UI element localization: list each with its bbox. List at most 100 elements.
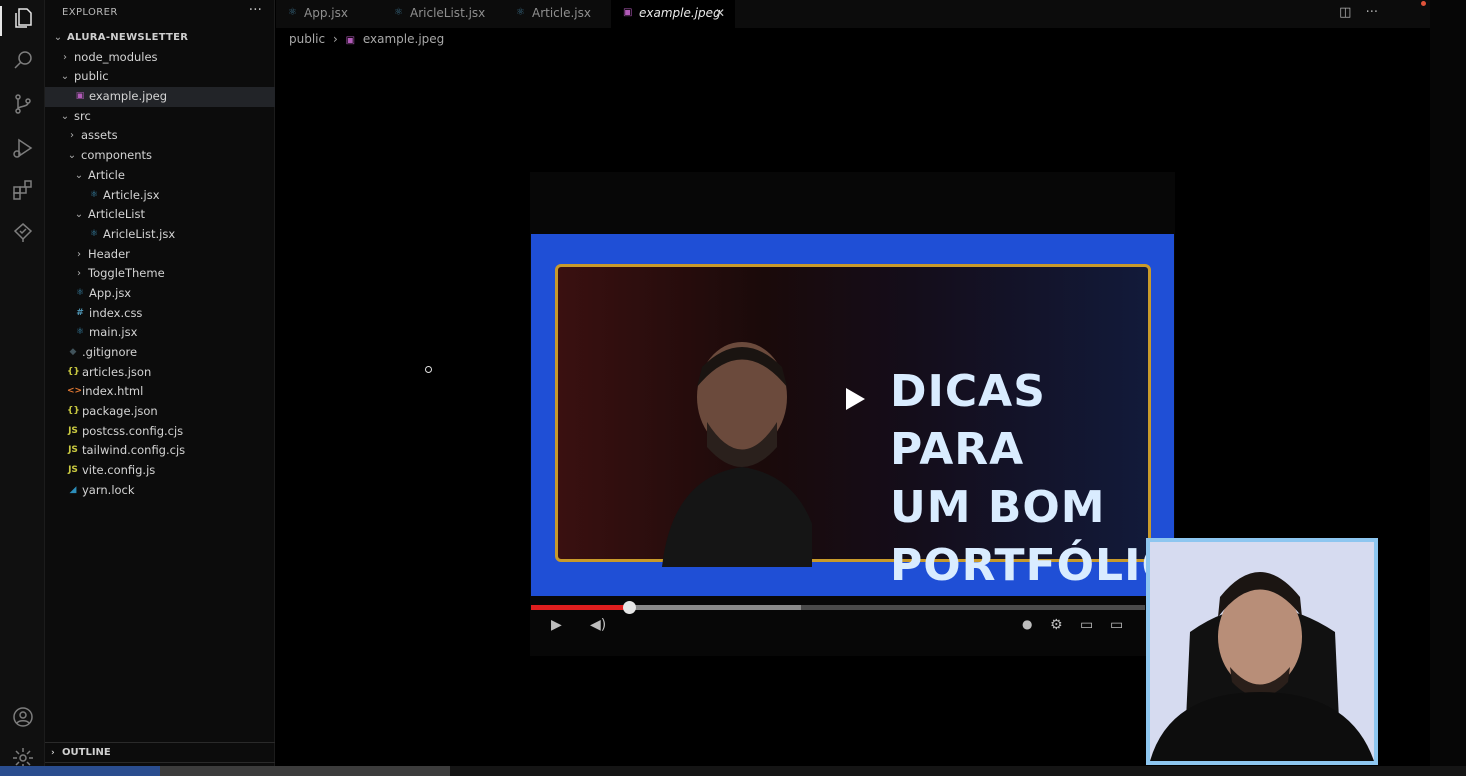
css-icon: # bbox=[76, 307, 84, 318]
miniplayer-icon[interactable]: ▭ bbox=[1080, 617, 1093, 633]
explorer-icon[interactable] bbox=[11, 6, 35, 30]
workspace-root[interactable]: ⌄ ALURA-NEWSLETTER bbox=[45, 28, 275, 48]
gitignore-icon: ◆ bbox=[69, 347, 77, 357]
tree-item-label: yarn.lock bbox=[82, 482, 135, 497]
react-icon: ⚛ bbox=[75, 327, 85, 338]
folder-item[interactable]: › ToggleTheme bbox=[45, 264, 275, 284]
explorer-sidebar: EXPLORER ··· ⌄ ALURA-NEWSLETTER › node_modu… bbox=[45, 0, 275, 776]
file-item[interactable]: ⚛ Article.jsx bbox=[45, 186, 275, 206]
progress-played bbox=[531, 605, 630, 610]
folder-item[interactable]: ⌄ src bbox=[45, 107, 275, 127]
tree-item-label: Header bbox=[88, 246, 130, 261]
source-control-icon[interactable] bbox=[11, 92, 35, 116]
file-item[interactable]: ⚛ AricleList.jsx bbox=[45, 225, 275, 245]
account-icon[interactable] bbox=[11, 705, 35, 729]
file-item[interactable]: ⚛ main.jsx bbox=[45, 323, 275, 343]
file-item[interactable]: ◢ yarn.lock bbox=[45, 481, 275, 501]
file-item[interactable]: {} package.json bbox=[45, 402, 275, 422]
file-item[interactable]: {} articles.json bbox=[45, 363, 275, 383]
file-tree: ⌄ ALURA-NEWSLETTER › node_modules ⌄ public ▣ ex… bbox=[45, 28, 275, 501]
play-icon[interactable]: ▶ bbox=[551, 617, 562, 633]
more-actions-icon[interactable]: ··· bbox=[1366, 5, 1378, 20]
tree-item-label: tailwind.config.cjs bbox=[82, 443, 186, 458]
tree-item-label: postcss.config.cjs bbox=[82, 423, 184, 438]
chevron-right-icon: › bbox=[70, 130, 74, 142]
folder-item[interactable]: › assets bbox=[45, 126, 275, 146]
json-icon: {} bbox=[67, 366, 80, 377]
tab-app-jsx[interactable]: ⚛ App.jsx bbox=[276, 0, 379, 28]
theater-mode-icon[interactable]: ▭ bbox=[1110, 617, 1123, 633]
video-thumbnail: DICAS PARA UM BOM PORTFÓLIO bbox=[531, 234, 1174, 596]
tree-item-label: .gitignore bbox=[82, 345, 138, 359]
tab-label: AricleList.jsx bbox=[410, 6, 486, 20]
file-item[interactable]: JS postcss.config.cjs bbox=[45, 422, 275, 442]
react-icon: ⚛ bbox=[89, 228, 99, 239]
status-bar-segment bbox=[0, 766, 160, 776]
more-actions-icon[interactable]: ··· bbox=[249, 2, 262, 18]
tree-item-label: vite.config.js bbox=[82, 463, 156, 478]
file-item[interactable]: ▣ example.jpeg bbox=[45, 87, 275, 107]
tab-example-jpeg[interactable]: ▣ example.jpeg ✕ bbox=[611, 0, 735, 28]
info-icon[interactable]: ● bbox=[1022, 617, 1032, 631]
json-icon: {} bbox=[67, 406, 80, 417]
react-icon: ⚛ bbox=[288, 7, 297, 18]
explorer-title: EXPLORER bbox=[62, 7, 118, 18]
run-debug-icon[interactable] bbox=[11, 136, 35, 160]
folder-item[interactable]: › Header bbox=[45, 245, 275, 265]
tree-item-label: ToggleTheme bbox=[88, 266, 165, 281]
js-icon: JS bbox=[68, 425, 78, 436]
outline-section[interactable]: › OUTLINE bbox=[45, 742, 275, 762]
file-item[interactable]: ◆ .gitignore bbox=[45, 343, 275, 363]
yarn-icon: ◢ bbox=[69, 484, 77, 495]
chevron-down-icon: ⌄ bbox=[60, 71, 70, 83]
editor-tabs: ⚛ App.jsx ⚛ AricleList.jsx ⚛ Article.jsx… bbox=[276, 0, 1430, 28]
tree-item-label: node_modules bbox=[74, 49, 158, 64]
react-icon: ⚛ bbox=[516, 7, 525, 18]
file-item[interactable]: # index.css bbox=[45, 304, 275, 324]
file-item[interactable]: ⚛ App.jsx bbox=[45, 284, 275, 304]
folder-item[interactable]: ⌄ public bbox=[45, 67, 275, 87]
close-icon[interactable]: ✕ bbox=[715, 0, 725, 26]
play-overlay-icon[interactable] bbox=[838, 383, 870, 415]
chevron-down-icon: ⌄ bbox=[60, 110, 70, 122]
folder-item[interactable]: ⌄ components bbox=[45, 146, 275, 166]
extensions-icon[interactable] bbox=[11, 178, 35, 202]
person-silhouette bbox=[662, 342, 812, 567]
file-item[interactable]: <> index.html bbox=[45, 382, 275, 402]
tree-item-label: AricleList.jsx bbox=[103, 226, 176, 241]
presenter-image bbox=[1150, 542, 1374, 761]
testing-icon[interactable] bbox=[11, 221, 35, 245]
tree-item-label: ArticleList bbox=[88, 207, 145, 222]
folder-item[interactable]: ⌄ Article bbox=[45, 166, 275, 186]
tab-aricle-list-jsx[interactable]: ⚛ AricleList.jsx bbox=[382, 0, 502, 28]
tree-item-label: Article.jsx bbox=[103, 187, 160, 202]
activity-bar bbox=[0, 0, 45, 776]
search-icon[interactable] bbox=[11, 48, 35, 72]
breadcrumb: public › ▣ example.jpeg bbox=[289, 30, 448, 48]
notification-dot bbox=[1421, 1, 1426, 6]
file-item[interactable]: JS vite.config.js bbox=[45, 461, 275, 481]
chevron-right-icon: › bbox=[77, 248, 81, 260]
folder-item[interactable]: › node_modules bbox=[45, 48, 275, 68]
headline-line: UM BOM bbox=[890, 482, 1106, 533]
chevron-right-icon: › bbox=[51, 748, 55, 758]
chevron-down-icon: ⌄ bbox=[74, 169, 84, 181]
tree-item-label: example.jpeg bbox=[89, 89, 168, 104]
status-bar bbox=[0, 766, 1466, 776]
tab-article-jsx[interactable]: ⚛ Article.jsx bbox=[504, 0, 610, 28]
minimap-area bbox=[1430, 0, 1466, 776]
settings-gear-icon[interactable]: ⚙ bbox=[1050, 617, 1063, 633]
tree-item-label: articles.json bbox=[82, 364, 152, 379]
webcam-overlay bbox=[1146, 538, 1378, 765]
breadcrumb-folder[interactable]: public bbox=[289, 32, 325, 46]
breadcrumb-file[interactable]: example.jpeg bbox=[363, 32, 444, 46]
volume-icon[interactable]: ◀) bbox=[590, 617, 606, 633]
tree-item-label: Article bbox=[88, 167, 125, 182]
chevron-right-icon: › bbox=[77, 268, 81, 280]
tree-item-label: App.jsx bbox=[89, 285, 132, 300]
editor-actions: ◫ ··· bbox=[1339, 5, 1378, 20]
chevron-right-icon: › bbox=[332, 32, 338, 46]
file-item[interactable]: JS tailwind.config.cjs bbox=[45, 441, 275, 461]
split-editor-icon[interactable]: ◫ bbox=[1339, 5, 1351, 20]
folder-item[interactable]: ⌄ ArticleList bbox=[45, 205, 275, 225]
